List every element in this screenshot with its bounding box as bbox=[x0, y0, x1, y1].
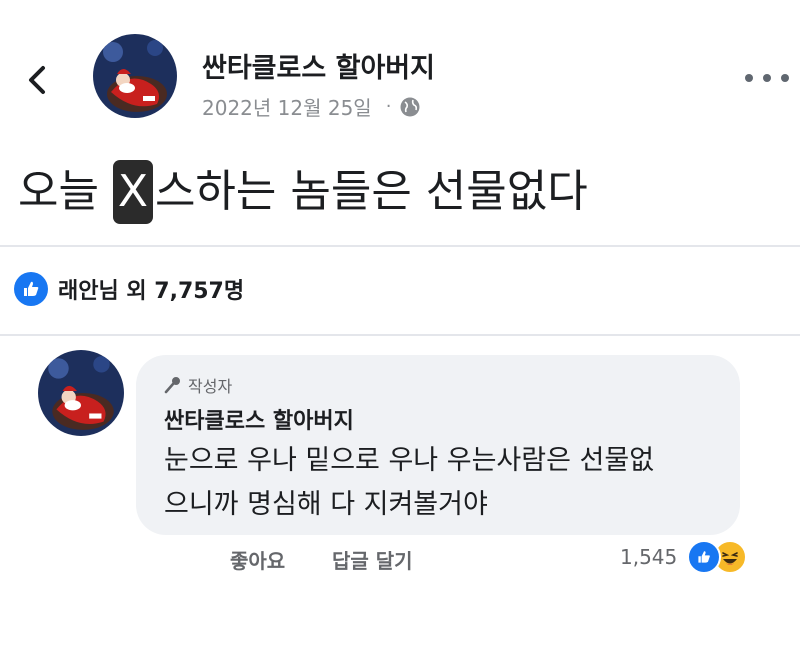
reactions-label: 래안님 외 7,757명 bbox=[58, 279, 245, 304]
globe-icon bbox=[400, 97, 420, 116]
more-dot-icon bbox=[763, 74, 771, 82]
divider bbox=[0, 245, 800, 247]
post-author-name[interactable]: 싼타클로스 할아버지 bbox=[202, 46, 435, 85]
post-date[interactable]: 2022년 12월 25일 bbox=[202, 92, 372, 121]
post-reactions-summary[interactable]: 래안님 외 7,757명 bbox=[14, 272, 244, 306]
post-meta: 2022년 12월 25일 · bbox=[202, 92, 421, 121]
post-text: 오늘 X 스하는 놈들은 선물없다 bbox=[18, 160, 588, 224]
censored-letter: X bbox=[112, 160, 153, 224]
more-dot-icon bbox=[781, 74, 789, 82]
comment-reactions[interactable]: 1,545 bbox=[620, 540, 748, 574]
more-options-button[interactable] bbox=[745, 64, 789, 92]
chevron-left-icon bbox=[29, 66, 45, 94]
meta-separator: · bbox=[385, 96, 392, 117]
post-text-prefix: 오늘 bbox=[18, 166, 113, 217]
divider bbox=[0, 334, 800, 336]
comment-actions: 답글 달기 bbox=[332, 545, 413, 574]
author-badge: 작성자 bbox=[164, 373, 232, 397]
santa-avatar-image bbox=[93, 34, 177, 118]
comment-reaction-count: 1,545 bbox=[620, 545, 678, 569]
comment-line: 눈으로 우나 밑으로 우나 우는사람은 선물없 bbox=[164, 445, 655, 476]
like-comment-button[interactable]: 좋아요 bbox=[230, 545, 285, 574]
comment-author-avatar[interactable] bbox=[38, 350, 124, 436]
author-badge-label: 작성자 bbox=[188, 377, 233, 396]
comment-author-name[interactable]: 싼타클로스 할아버지 bbox=[164, 403, 354, 435]
facebook-post-page: 싼타클로스 할아버지 2022년 12월 25일 · 오늘 X 스하는 놈들은 … bbox=[0, 0, 800, 652]
microphone-icon bbox=[164, 377, 180, 394]
comment-actions: 좋아요 bbox=[230, 545, 285, 574]
back-button[interactable] bbox=[22, 60, 52, 100]
comment-line: 으니까 명심해 다 지켜볼거야 bbox=[164, 489, 488, 520]
thumbs-up-icon bbox=[687, 540, 722, 574]
thumbs-up-icon bbox=[14, 272, 48, 306]
author-avatar[interactable] bbox=[93, 34, 177, 118]
santa-avatar-image bbox=[38, 350, 124, 436]
comment-text: 눈으로 우나 밑으로 우나 우는사람은 선물없 으니까 명심해 다 지켜볼거야 bbox=[164, 439, 724, 527]
post-text-rest: 스하는 놈들은 선물없다 bbox=[154, 166, 588, 217]
reply-button[interactable]: 답글 달기 bbox=[332, 545, 413, 574]
comment-bubble: 작성자 싼타클로스 할아버지 눈으로 우나 밑으로 우나 우는사람은 선물없 으… bbox=[136, 355, 740, 535]
more-dot-icon bbox=[745, 74, 753, 82]
